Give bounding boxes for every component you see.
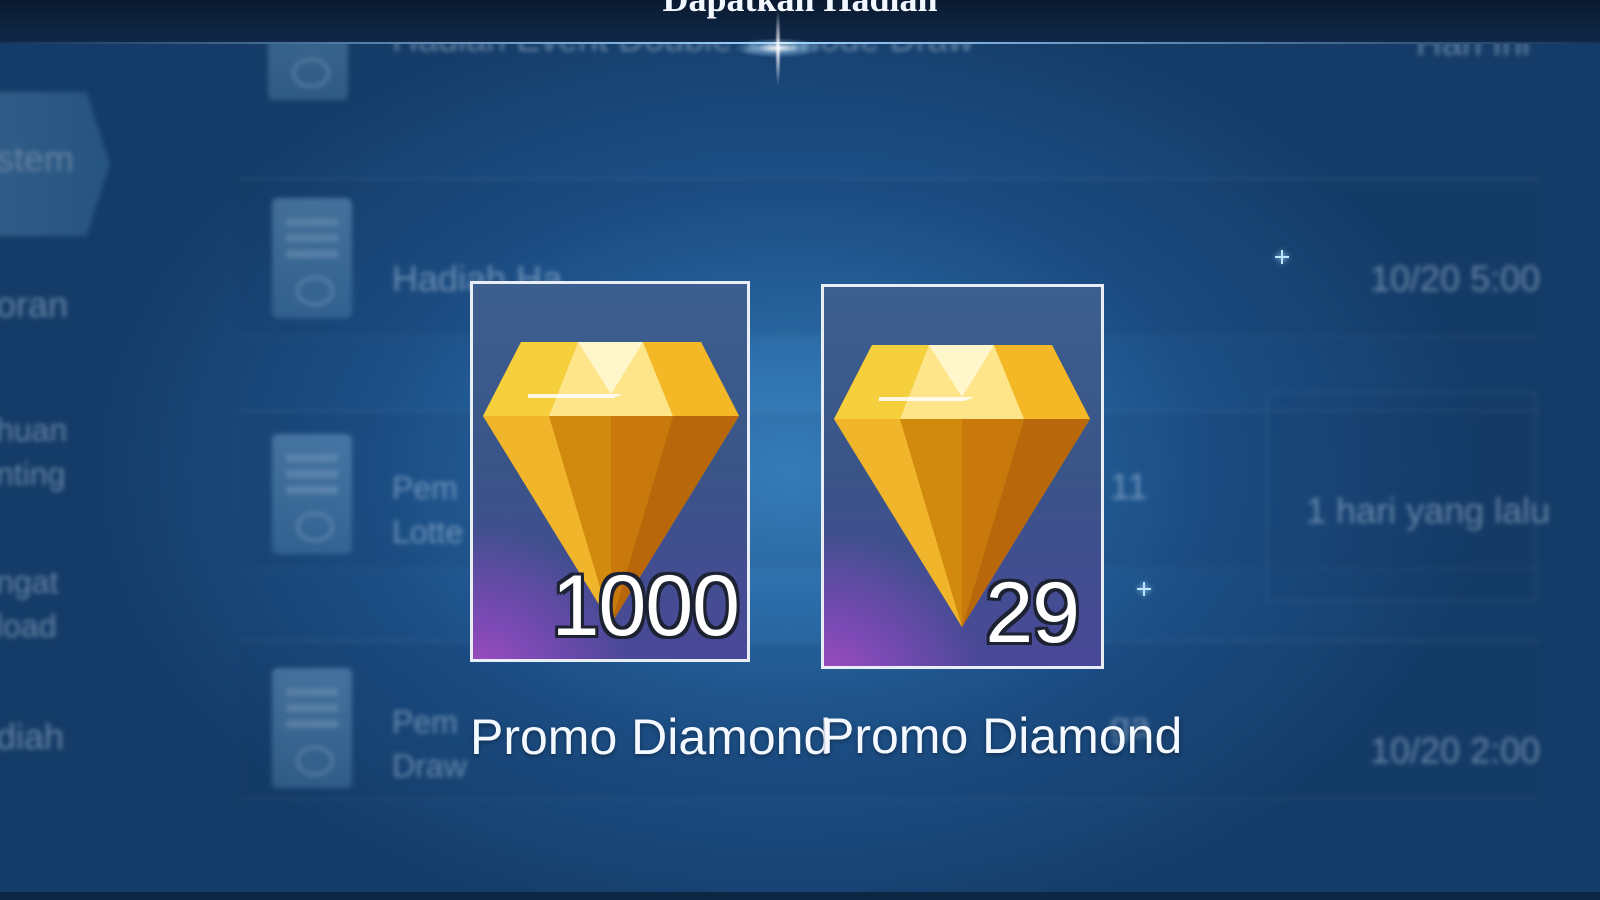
- sparkle-icon: [1137, 582, 1151, 596]
- mail-icon: [272, 434, 352, 554]
- reward-item[interactable]: 1000 Promo Diamond: [470, 281, 832, 766]
- sparkle-icon: [1275, 250, 1289, 264]
- reward-quantity: 1000: [551, 558, 740, 654]
- mail-time: 10/20 2:00: [1370, 730, 1541, 771]
- reward-name: Promo Diamond: [821, 708, 1183, 764]
- reward-card[interactable]: 1000: [470, 281, 750, 662]
- mail-title-extra: 11: [1110, 466, 1148, 507]
- bottom-edge: [0, 892, 1600, 900]
- mail-time: 1 hari yang lalu: [1306, 490, 1551, 531]
- reward-popup-screen: nbox stem oran huan nting ngat load diah…: [0, 0, 1600, 900]
- mailbox-background: nbox stem oran huan nting ngat load diah…: [0, 0, 1600, 900]
- reward-name: Promo Diamond: [470, 709, 832, 765]
- sidebar-item-pengingat: ngat load: [0, 564, 59, 644]
- sidebar-item-sistem: stem: [0, 138, 75, 179]
- reward-card[interactable]: 29: [821, 284, 1104, 669]
- sidebar-item-laporan: oran: [0, 284, 69, 325]
- light-flare-icon: [733, 8, 823, 88]
- sidebar-item-pemberitahuan: huan nting: [0, 412, 68, 492]
- mail-icon: [272, 198, 352, 318]
- mail-title: Pem Lotte: [392, 470, 464, 550]
- reward-item[interactable]: 29 Promo Diamond: [821, 284, 1183, 765]
- mail-title: Pem Draw: [392, 704, 467, 784]
- sidebar-item-hadiah: diah: [0, 716, 65, 757]
- mail-time: 10/20 5:00: [1370, 258, 1541, 299]
- reward-quantity: 29: [985, 565, 1080, 661]
- mail-icon: [272, 668, 352, 788]
